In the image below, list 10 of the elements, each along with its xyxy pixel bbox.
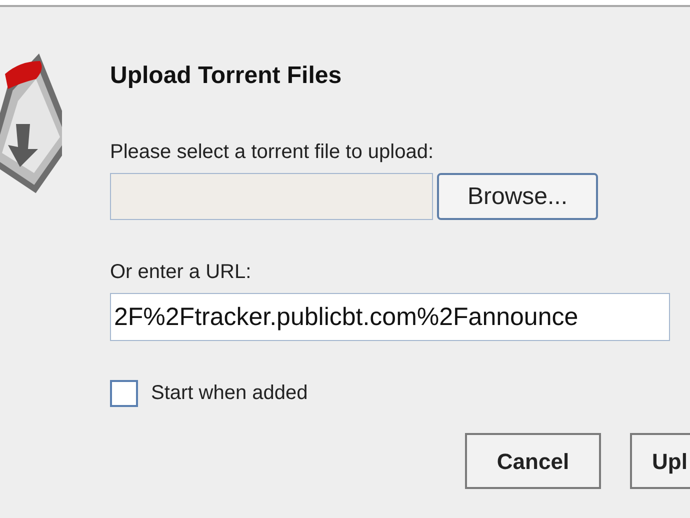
file-field[interactable] <box>110 173 433 220</box>
start-label: Start when added <box>151 381 308 406</box>
file-label: Please select a torrent file to upload: <box>110 140 435 164</box>
checkbox[interactable] <box>110 380 138 406</box>
url-field[interactable]: 2F%2Ftracker.publicbt.com%2Fannounce <box>110 293 670 341</box>
upload-button[interactable]: Upl <box>630 433 690 489</box>
url-label: Or enter a URL: <box>110 260 252 284</box>
dialog-title: Upload Torrent Files <box>110 61 343 91</box>
cancel-button[interactable]: Cancel <box>465 433 601 489</box>
browse-button[interactable]: Browse... <box>437 173 598 220</box>
